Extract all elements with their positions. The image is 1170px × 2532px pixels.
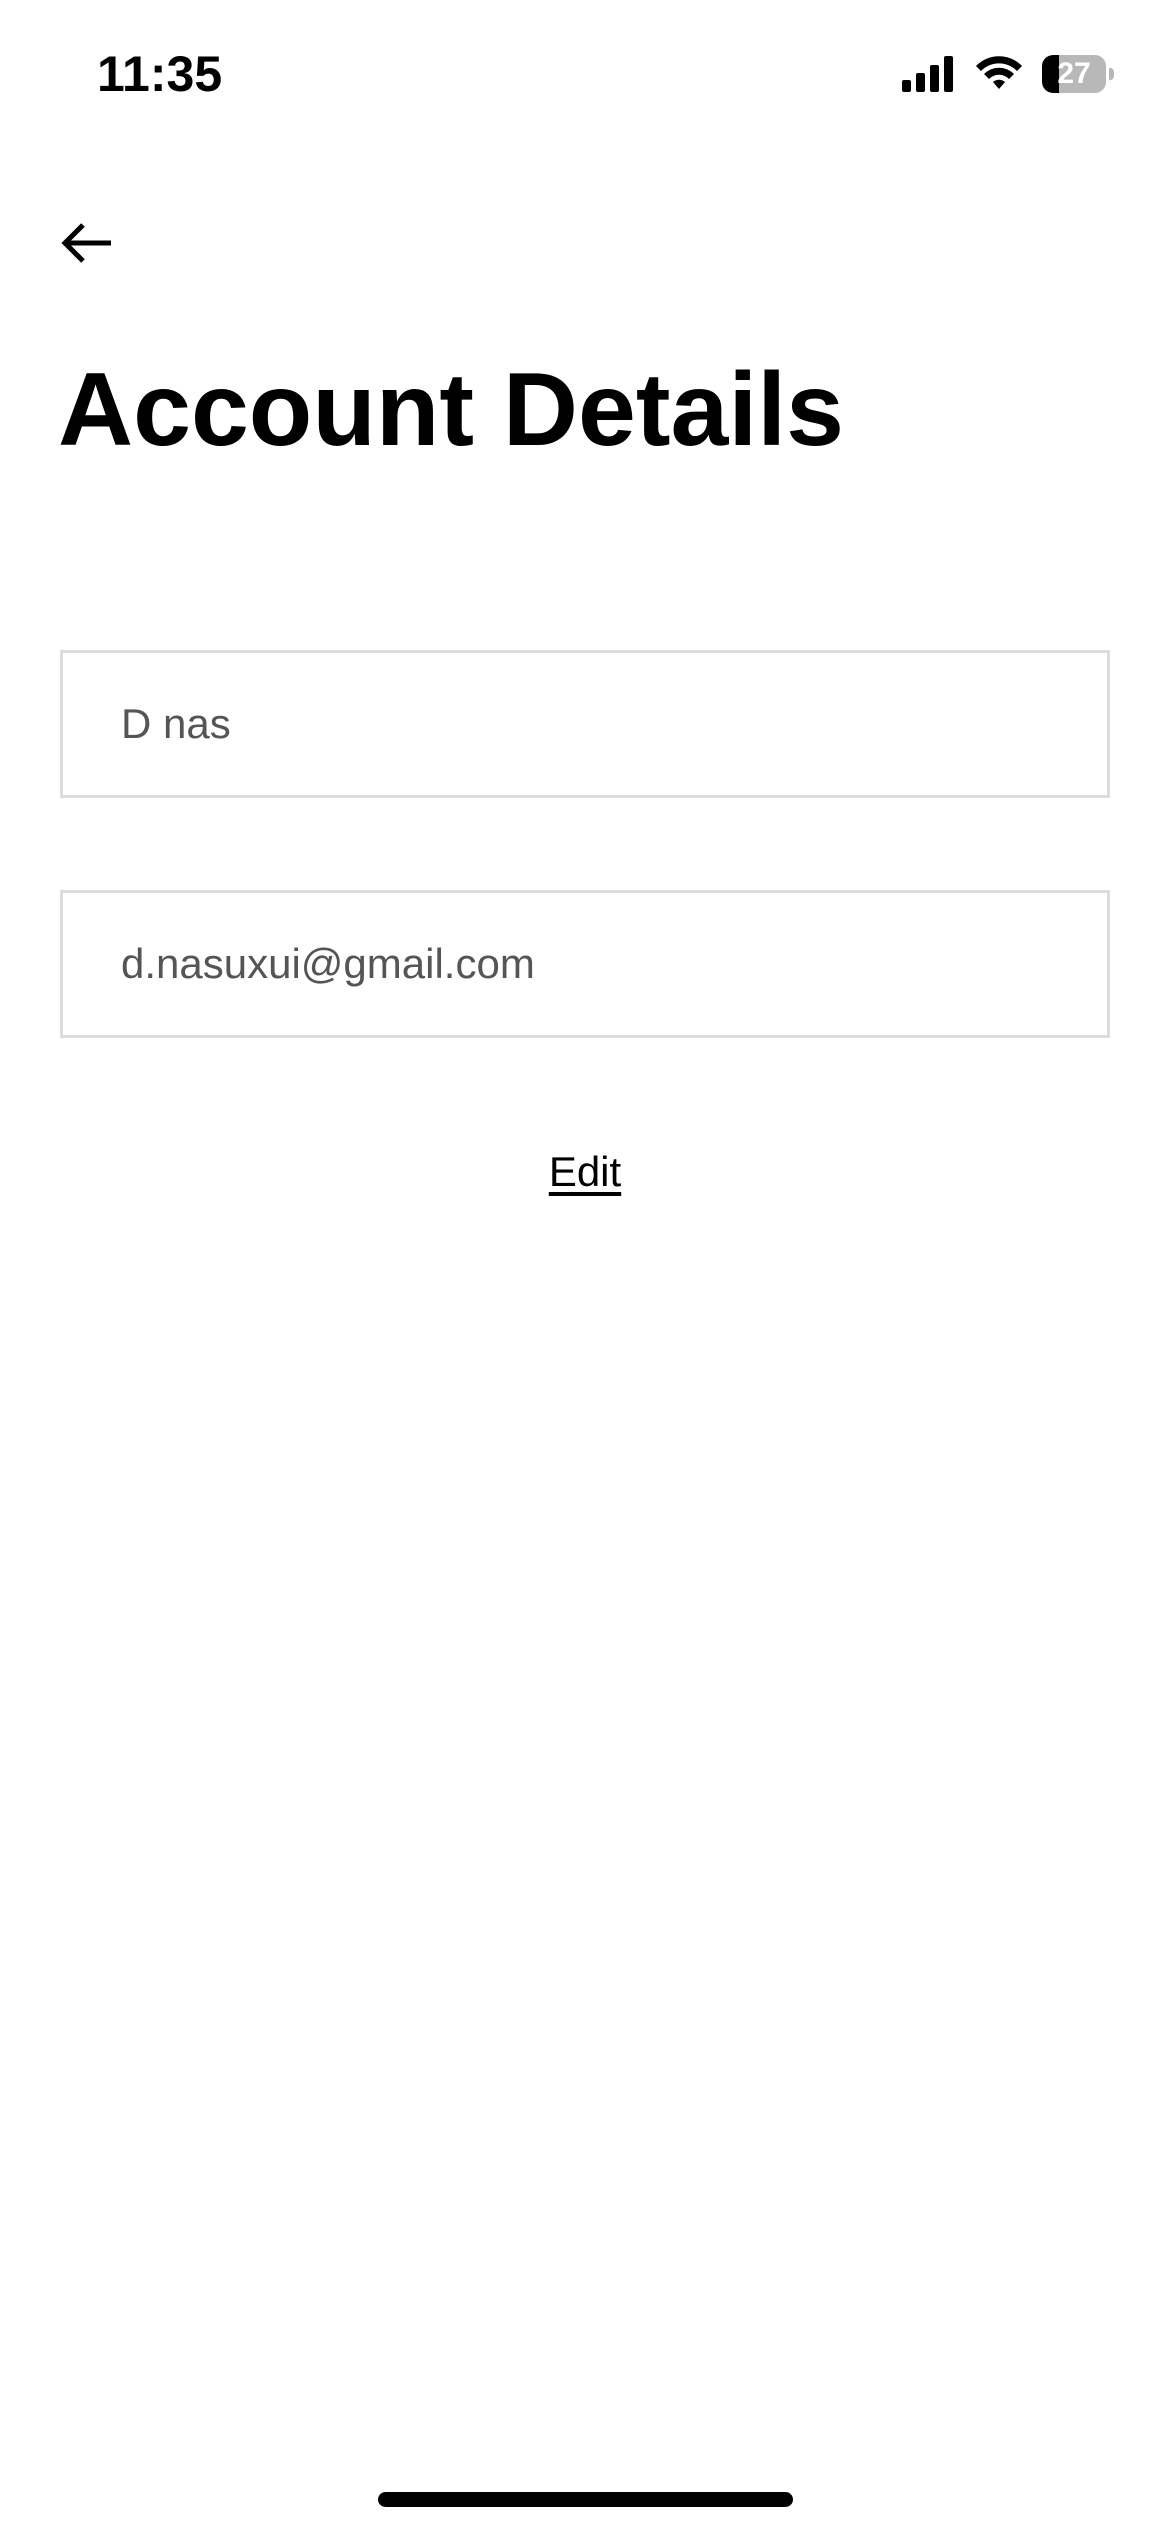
home-indicator [378,2492,793,2507]
battery-level: 27 [1057,57,1091,90]
edit-button[interactable]: Edit [0,1142,1170,1202]
name-input[interactable] [63,653,1107,795]
status-icons: 27 [902,52,1114,96]
signal-icon [902,56,956,92]
status-time: 11:35 [97,46,223,102]
page-title: Account Details [58,352,844,468]
status-bar: 11:35 27 [0,0,1170,150]
name-field[interactable] [60,650,1110,798]
arrow-left-icon [61,222,113,269]
email-input[interactable] [63,893,1107,1035]
email-field[interactable] [60,890,1110,1038]
wifi-icon [974,55,1024,93]
back-button[interactable] [52,210,122,280]
account-details-screen: 11:35 27 Account Details D nas d.nasuxui… [0,0,1170,2532]
battery-icon: 27 [1042,55,1114,93]
